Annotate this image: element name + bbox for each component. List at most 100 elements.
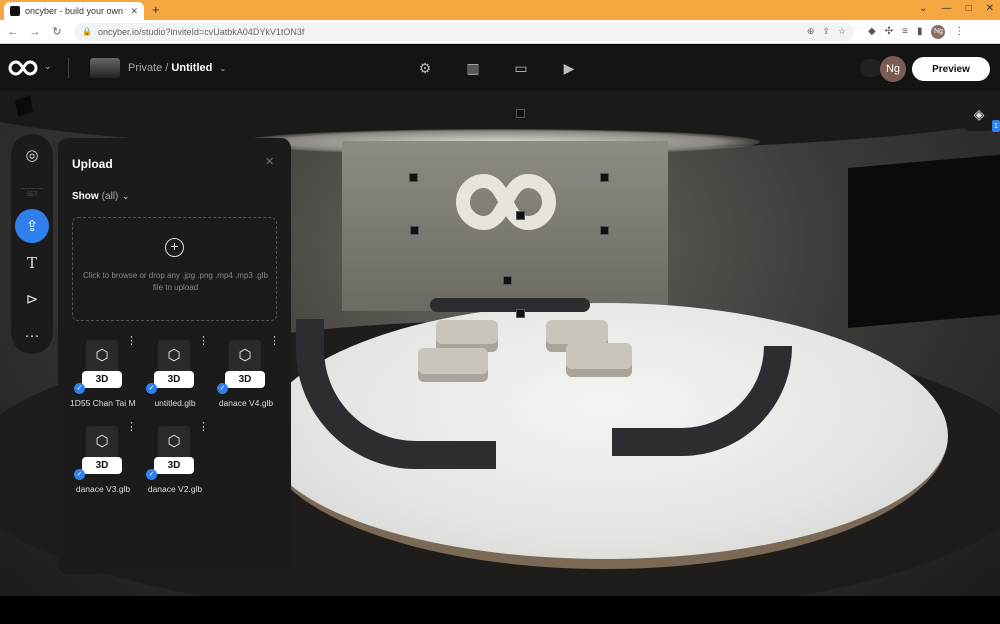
upload-icon[interactable]: ⇪ <box>15 209 49 243</box>
chevron-down-icon: ⌄ <box>219 64 227 73</box>
check-icon: ✓ <box>217 383 228 394</box>
left-toolbar: ◎ SET ⇪ T ⊳ ··· <box>11 134 53 354</box>
window-close-icon[interactable]: ✕ <box>986 3 994 14</box>
project-title[interactable]: Private / Untitled ⌄ <box>128 62 226 74</box>
user-avatar[interactable]: Ng <box>880 56 906 82</box>
file-item[interactable]: ⬡ 3D ✓ ⋮ danace V4.glb <box>213 336 280 416</box>
header-toggle[interactable] <box>860 59 882 77</box>
scene-sofa-back <box>430 298 590 312</box>
upload-panel: Upload ✕ Show (all) ⌄ + Click to browse or… <box>58 138 291 574</box>
scene-marker[interactable] <box>516 309 525 318</box>
scene-marker[interactable] <box>409 173 418 182</box>
more-vertical-icon[interactable]: ⋮ <box>126 336 137 347</box>
scene-video-screen <box>848 154 1000 328</box>
new-tab-button[interactable]: + <box>152 2 160 17</box>
toolbar-divider <box>21 188 43 189</box>
oncyber-logo-icon[interactable] <box>6 58 40 78</box>
upload-panel-title: Upload <box>72 157 113 171</box>
scene-marker[interactable] <box>600 226 609 235</box>
more-vertical-icon[interactable]: ⋮ <box>198 422 209 433</box>
cube-hexagon-icon: ⬡ <box>167 433 181 450</box>
layers-icon[interactable]: ◈ <box>962 97 996 131</box>
check-icon: ✓ <box>146 383 157 394</box>
sidepanel-icon[interactable]: ▮ <box>917 26 923 37</box>
settings-gear-icon[interactable]: ⚙ <box>416 59 434 77</box>
file-item[interactable]: ⬡ 3D ✓ ⋮ danace V2.glb <box>142 422 209 502</box>
url-text: oncyber.io/studio?inviteId=cvUatbkA04DYk… <box>97 26 305 37</box>
minimize-icon[interactable]: — <box>942 3 952 14</box>
tab-search-icon[interactable]: ⌄ <box>919 3 927 14</box>
upload-dropzone[interactable]: + Click to browse or drop any .jpg .png … <box>72 217 277 321</box>
bookmark-star-icon[interactable]: ☆ <box>838 26 846 37</box>
back-icon[interactable]: ← <box>4 26 22 38</box>
camera-icon[interactable]: ▭ <box>512 59 530 77</box>
browser-toolbar: ← → ↻ 🔒 oncyber.io/studio?inviteId=cvUat… <box>0 20 1000 44</box>
project-visibility: Private / <box>128 62 169 74</box>
file-name: 1D55 Chan Tai Man <box>70 398 136 408</box>
show-filter-value: (all) <box>101 191 119 202</box>
browser-tab[interactable]: oncyber - build your own world ✕ <box>4 2 144 20</box>
lock-icon: 🔒 <box>82 27 92 36</box>
globe-icon[interactable]: ◎ <box>15 138 49 172</box>
more-icon[interactable]: ··· <box>15 318 49 352</box>
maximize-icon[interactable]: □ <box>966 3 972 14</box>
scene-marker[interactable] <box>503 276 512 285</box>
project-name: Untitled <box>171 62 213 74</box>
bottom-letterbox <box>0 596 1000 624</box>
file-type-badge: 3D <box>225 371 265 388</box>
file-item[interactable]: ⬡ 3D ✓ ⋮ danace V3.glb <box>70 422 137 502</box>
cube-hexagon-icon: ⬡ <box>95 347 109 364</box>
dropzone-text: Click to browse or drop any .jpg .png .m… <box>83 271 268 292</box>
window-controls: ⌄ — □ ✕ <box>919 3 994 14</box>
more-vertical-icon[interactable]: ⋮ <box>269 336 280 347</box>
logo-menu-chevron-icon[interactable]: ⌄ <box>44 61 52 72</box>
scene-pouf <box>418 348 488 382</box>
toolbar-small-label: SET <box>26 192 38 198</box>
close-icon[interactable]: ✕ <box>265 155 274 168</box>
project-thumbnail[interactable] <box>90 58 120 78</box>
cube-hexagon-icon: ⬡ <box>238 347 252 364</box>
forward-icon[interactable]: → <box>26 26 44 38</box>
file-name: danace V2.glb <box>147 484 203 494</box>
share-icon[interactable]: ⇪ <box>822 26 830 37</box>
play-icon[interactable]: ▶ <box>560 59 578 77</box>
address-bar[interactable]: 🔒 oncyber.io/studio?inviteId=cvUatbkA04D… <box>74 22 854 41</box>
browser-tab-title: oncyber - build your own world <box>25 6 126 16</box>
scene-marker[interactable] <box>600 173 609 182</box>
cube-hexagon-icon: ⬡ <box>167 347 181 364</box>
reload-icon[interactable]: ↻ <box>48 25 66 38</box>
check-icon: ✓ <box>146 469 157 480</box>
scene-marker[interactable] <box>410 226 419 235</box>
extension-icon[interactable]: ◆ <box>868 26 876 37</box>
zoom-icon[interactable]: ⊕ <box>807 26 815 37</box>
show-label: Show <box>72 191 99 202</box>
file-item[interactable]: ⬡ 3D ✓ ⋮ 1D55 Chan Tai Man <box>70 336 137 416</box>
check-icon: ✓ <box>74 383 85 394</box>
chevron-down-icon: ⌄ <box>122 192 130 201</box>
puzzle-icon[interactable]: ✣ <box>885 26 893 37</box>
check-icon: ✓ <box>74 469 85 480</box>
site-favicon-icon <box>10 6 20 16</box>
video-play-icon[interactable]: ⊳ <box>15 282 49 316</box>
scene-marker[interactable] <box>516 109 525 118</box>
file-type-badge: 3D <box>154 371 194 388</box>
more-vertical-icon[interactable]: ⋮ <box>198 336 209 347</box>
scene-marker[interactable] <box>516 211 525 220</box>
file-name: untitled.glb <box>154 398 196 408</box>
analytics-bars-icon[interactable]: ▥ <box>464 59 482 77</box>
file-name: danace V3.glb <box>75 484 131 494</box>
scene-pouf <box>566 343 632 377</box>
close-tab-icon[interactable]: ✕ <box>130 6 138 17</box>
browser-menu-icon[interactable]: ⋮ <box>954 26 964 37</box>
media-icon[interactable]: ≡ <box>902 26 908 37</box>
header-divider <box>68 58 69 78</box>
show-filter-dropdown[interactable]: Show (all) ⌄ <box>72 191 129 202</box>
more-vertical-icon[interactable]: ⋮ <box>126 422 137 433</box>
cube-hexagon-icon: ⬡ <box>95 433 109 450</box>
text-icon[interactable]: T <box>15 246 49 280</box>
file-item[interactable]: ⬡ 3D ✓ ⋮ untitled.glb <box>142 336 209 416</box>
profile-avatar[interactable]: Ng <box>931 24 946 39</box>
preview-button[interactable]: Preview <box>912 57 990 81</box>
file-type-badge: 3D <box>82 371 122 388</box>
scene-wall-logo <box>456 174 556 230</box>
